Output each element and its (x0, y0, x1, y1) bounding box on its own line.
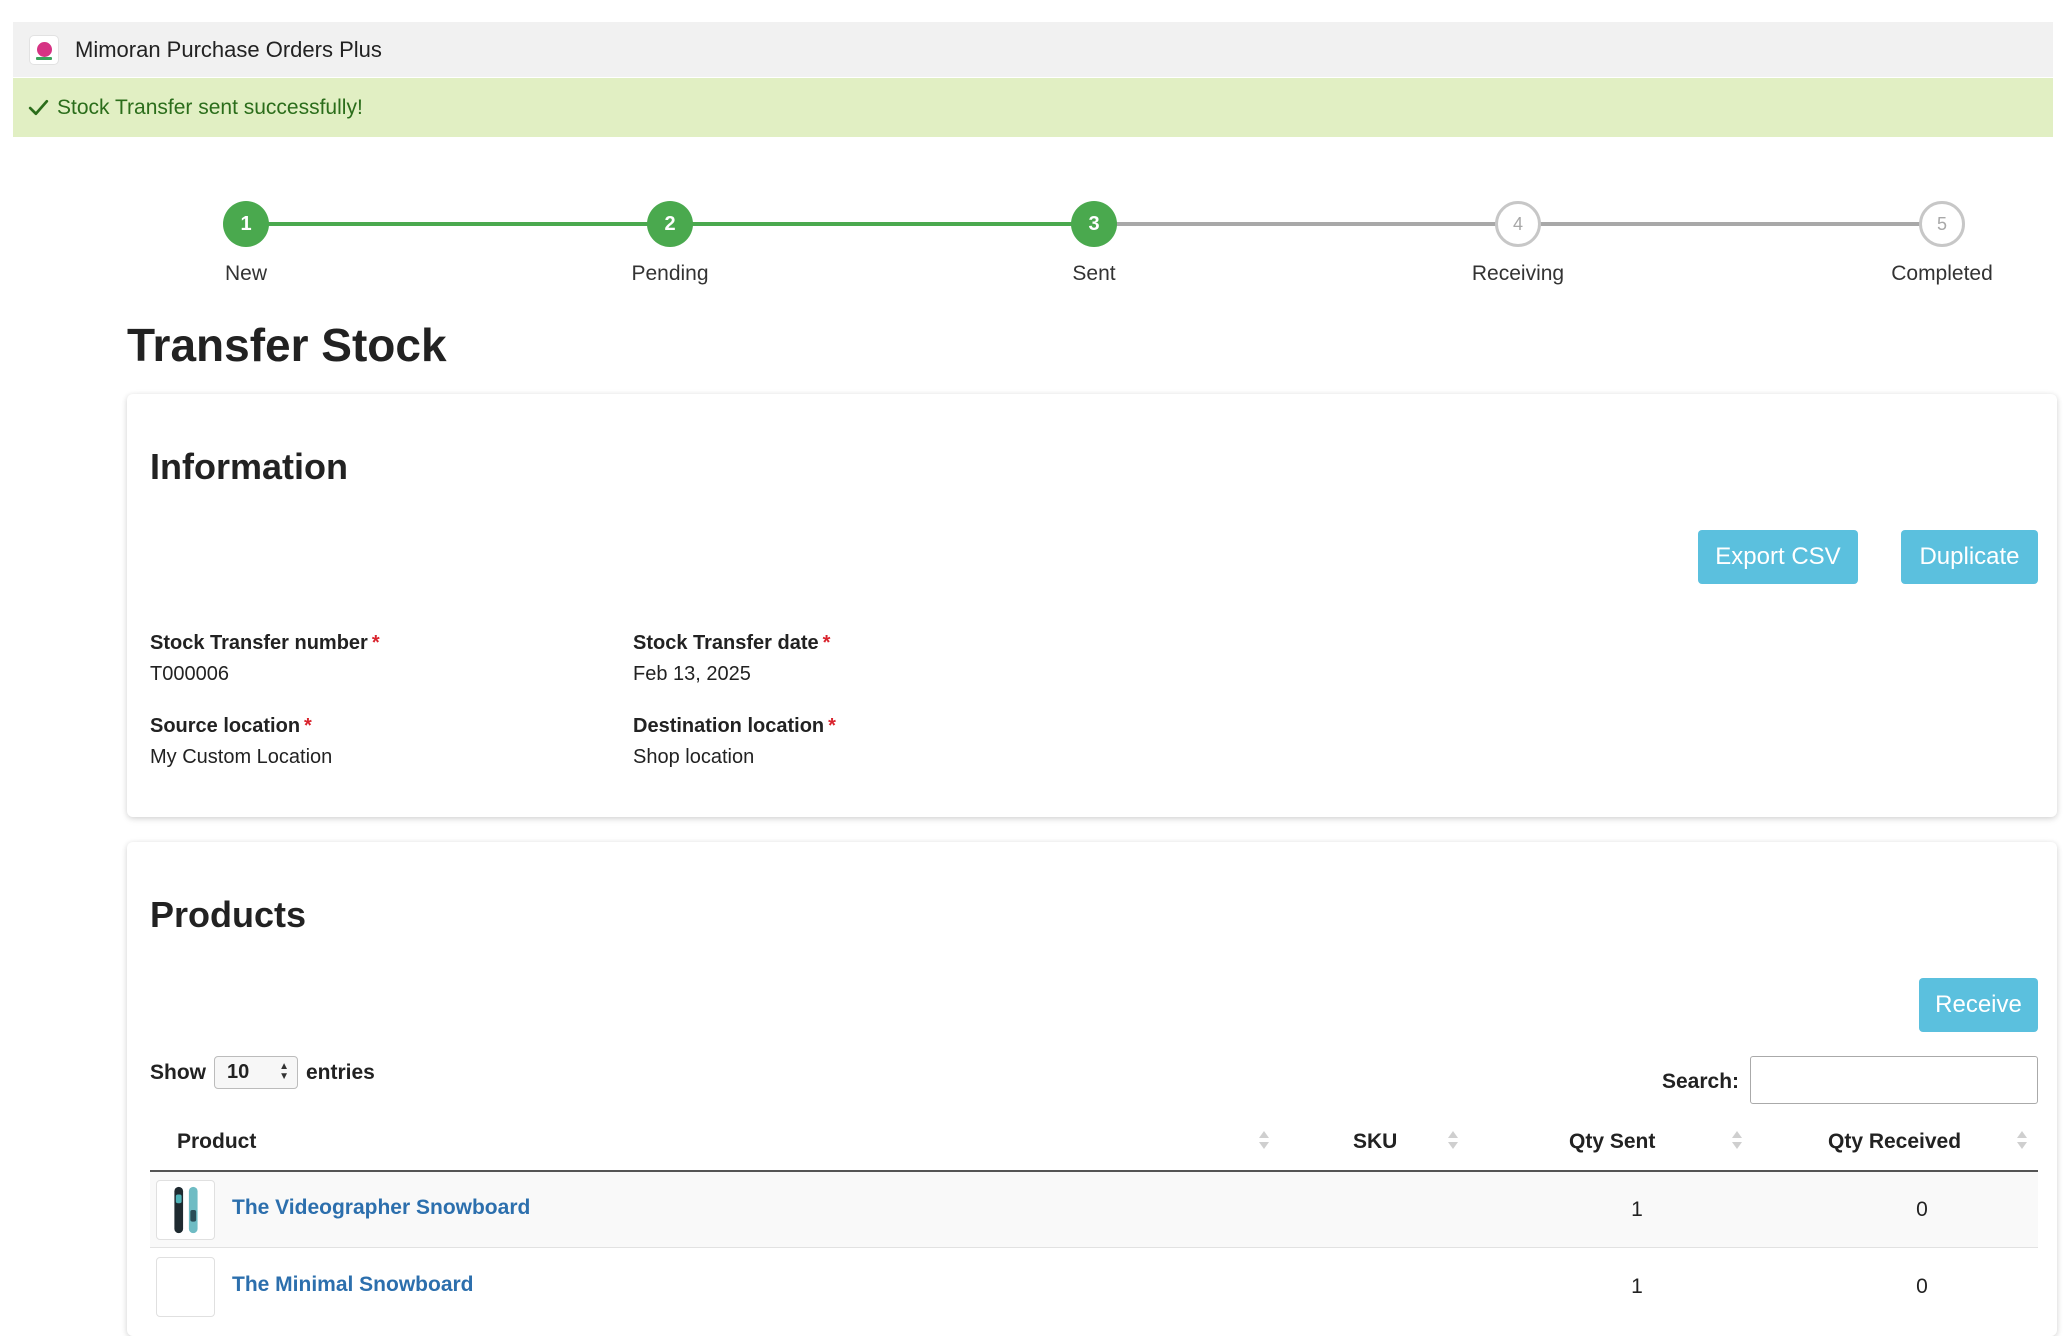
step-1-indicator: 1 (223, 201, 269, 247)
product-link[interactable]: The Minimal Snowboard (232, 1273, 474, 1297)
export-csv-button[interactable]: Export CSV (1698, 530, 1858, 584)
page-title: Transfer Stock (127, 319, 447, 371)
column-header-qty-sent[interactable]: Qty Sent (1569, 1130, 1655, 1154)
search-label: Search: (1662, 1070, 1740, 1093)
transfer-number-value: T000006 (150, 663, 229, 685)
sort-icon[interactable] (2016, 1128, 2028, 1152)
column-header-qty-received[interactable]: Qty Received (1828, 1130, 1961, 1154)
step-3-indicator: 3 (1071, 201, 1117, 247)
step-2-indicator: 2 (647, 201, 693, 247)
step-3-label: Sent (1072, 262, 1116, 285)
qty-received-cell: 0 (1916, 1275, 1928, 1298)
transfer-number-label: Stock Transfer number * (150, 632, 380, 654)
step-5-indicator: 5 (1919, 201, 1965, 247)
sort-icon[interactable] (1731, 1128, 1743, 1152)
step-connector (246, 222, 670, 226)
entries-label: entries (306, 1060, 375, 1084)
destination-location-value: Shop location (633, 746, 755, 768)
information-card: Information Export CSV Duplicate Stock T… (127, 394, 2057, 817)
column-header-product[interactable]: Product (177, 1130, 256, 1154)
required-marker: * (822, 632, 831, 654)
step-5-label: Completed (1891, 262, 1993, 285)
sort-icon[interactable] (1258, 1128, 1270, 1152)
products-card: Products Receive Show 10 ▲ ▼ entries Sear… (127, 842, 2057, 1336)
qty-sent-cell: 1 (1631, 1275, 1643, 1298)
product-link[interactable]: The Videographer Snowboard (232, 1196, 530, 1220)
required-marker: * (304, 715, 312, 737)
qty-received-cell: 0 (1916, 1198, 1928, 1221)
entries-control: Show 10 ▲ ▼ entries (150, 1056, 375, 1089)
required-marker: * (371, 632, 380, 654)
products-title: Products (150, 894, 307, 935)
progress-stepper: 1 2 3 4 5 New Pending Sent Receiving Com… (0, 196, 2068, 296)
entries-select[interactable]: 10 ▲ ▼ (214, 1056, 298, 1089)
step-connector (1094, 222, 1518, 226)
duplicate-button[interactable]: Duplicate (1901, 530, 2038, 584)
step-connector (670, 222, 1094, 226)
column-header-sku[interactable]: SKU (1353, 1130, 1397, 1154)
app-header: Mimoran Purchase Orders Plus (13, 22, 2053, 77)
checkmark-icon (28, 99, 49, 116)
show-label: Show (150, 1060, 206, 1084)
app-title: Mimoran Purchase Orders Plus (75, 36, 382, 62)
banner-message: Stock Transfer sent successfully! (57, 95, 363, 119)
step-1-label: New (224, 262, 268, 285)
step-4-indicator: 4 (1495, 201, 1541, 247)
step-4-label: Receiving (1471, 262, 1565, 285)
table-row: The Minimal Snowboard 1 0 (150, 1249, 2038, 1325)
app-logo-icon (29, 34, 59, 65)
source-location-label: Source location * (150, 715, 312, 737)
step-connector (1518, 222, 1942, 226)
step-2-label: Pending (631, 262, 709, 285)
success-banner: Stock Transfer sent successfully! (13, 78, 2053, 137)
snowboard-image-icon (174, 1186, 198, 1234)
transfer-date-label: Stock Transfer date * (633, 632, 831, 654)
select-arrows-icon: ▲ ▼ (279, 1061, 289, 1082)
destination-location-label: Destination location * (633, 715, 836, 737)
product-thumbnail[interactable] (156, 1180, 215, 1240)
source-location-value: My Custom Location (150, 746, 333, 768)
qty-sent-cell: 1 (1631, 1198, 1643, 1221)
table-row: The Videographer Snowboard 1 0 (150, 1172, 2038, 1248)
sort-icon[interactable] (1447, 1128, 1459, 1152)
search-input[interactable] (1750, 1056, 2038, 1104)
information-title: Information (150, 446, 348, 487)
product-thumbnail[interactable] (156, 1257, 215, 1317)
receive-button[interactable]: Receive (1919, 978, 2038, 1032)
transfer-date-value: Feb 13, 2025 (633, 663, 751, 685)
required-marker: * (828, 715, 836, 737)
